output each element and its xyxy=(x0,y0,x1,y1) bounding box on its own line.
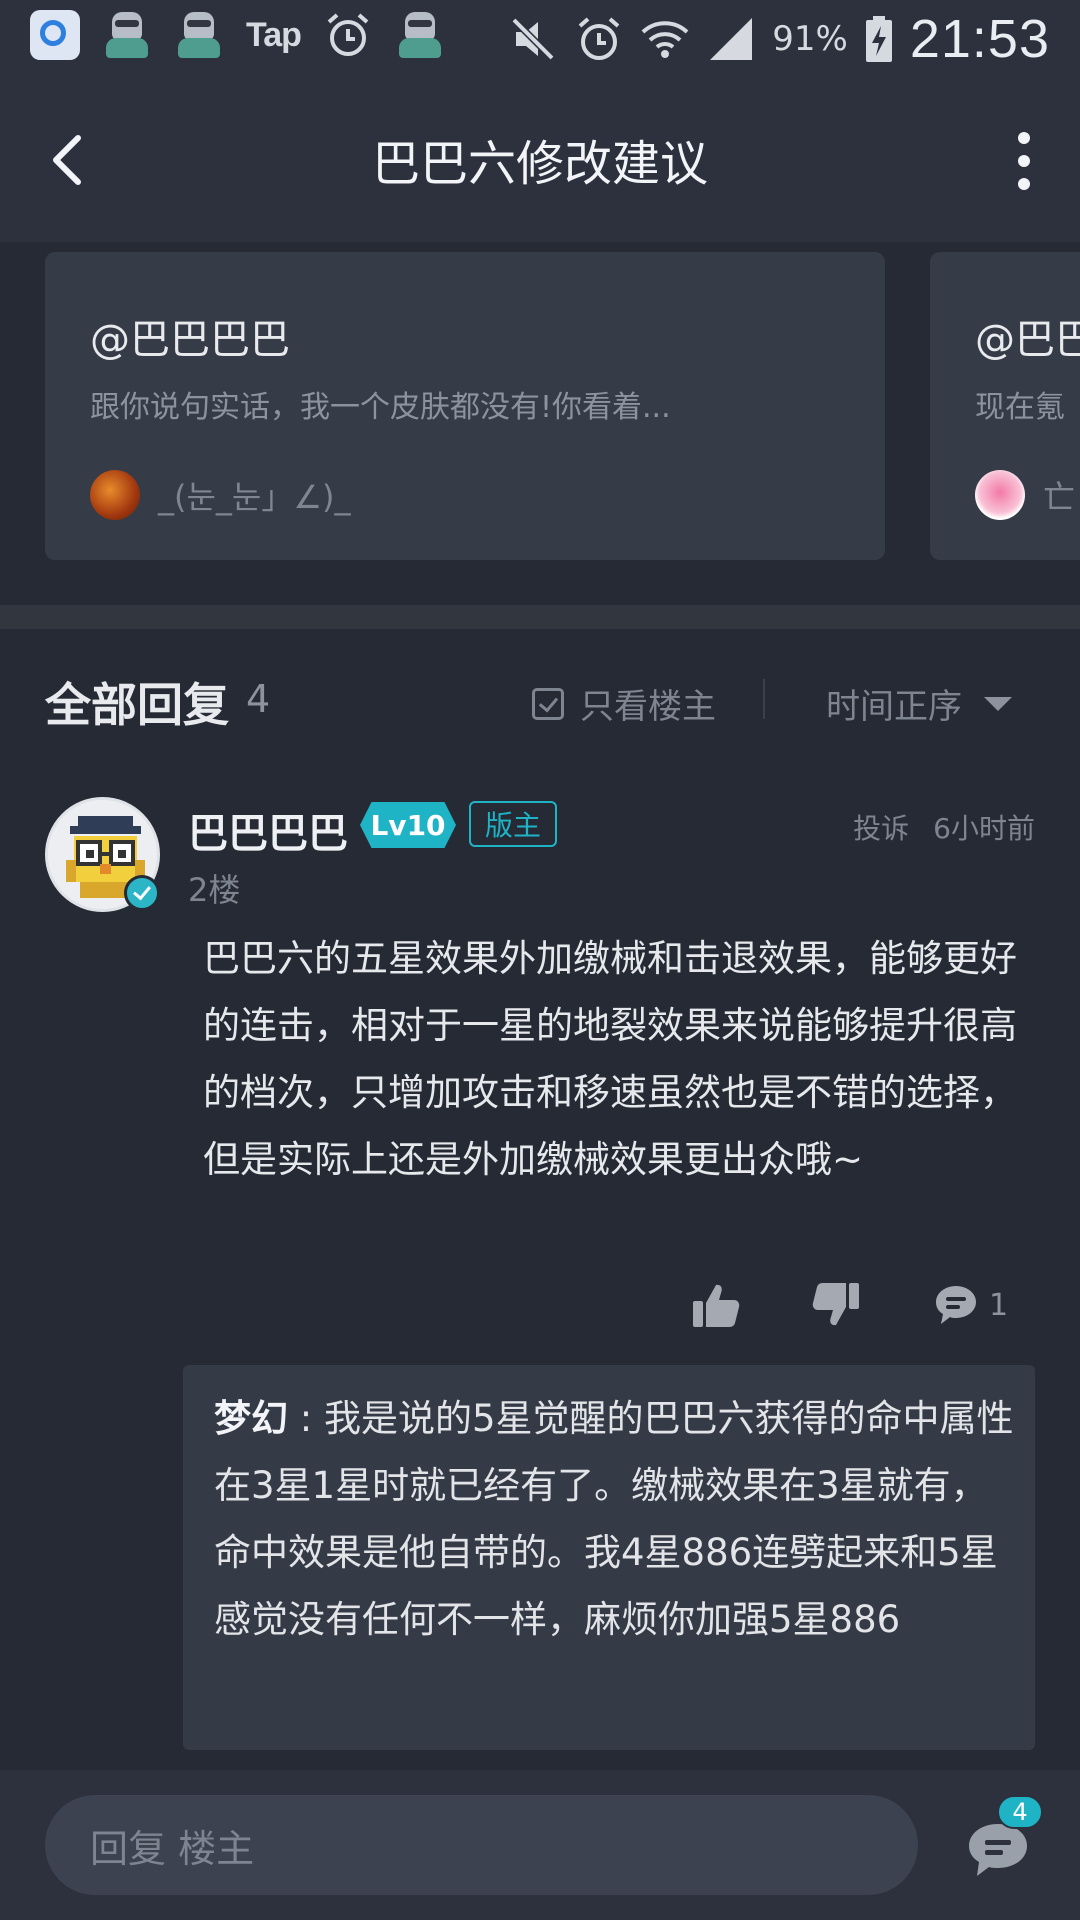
section-divider xyxy=(0,605,1080,629)
wifi-icon xyxy=(641,21,689,58)
card-excerpt: 跟你说句实话，我一个皮肤都没有!你看着... xyxy=(90,390,671,425)
related-post-card[interactable]: @巴巴 现在氪 亡 xyxy=(930,252,1080,560)
avatar-icon xyxy=(102,10,152,60)
card-author: _(눈_눈」∠)_ xyxy=(90,470,351,520)
comment-bubble-icon xyxy=(936,1286,976,1324)
qq-browser-icon xyxy=(30,10,80,60)
related-posts-carousel[interactable]: @巴巴巴巴 跟你说句实话，我一个皮肤都没有!你看着... _(눈_눈」∠)_ @… xyxy=(0,242,1080,605)
sort-dropdown[interactable]: 时间正序 xyxy=(826,679,1012,728)
sort-label: 时间正序 xyxy=(826,687,962,727)
sub-reply-text: 梦幻 : 我是说的5星觉醒的巴巴六获得的命中属性在3星1星时就已经有了。缴械效果… xyxy=(214,1385,1014,1653)
comment-button[interactable]: 1 xyxy=(933,1277,1008,1333)
card-excerpt: 现在氪 xyxy=(975,390,1065,425)
sub-reply-separator: : xyxy=(288,1397,324,1440)
avatar-icon xyxy=(174,10,224,60)
comments-badge: 4 xyxy=(997,1795,1043,1829)
level-badge: Lv10 xyxy=(360,802,456,848)
reply-author-name[interactable]: 巴巴巴巴 xyxy=(188,801,348,859)
app-bar: 巴巴六修改建议 xyxy=(0,80,1080,242)
related-post-card[interactable]: @巴巴巴巴 跟你说句实话，我一个皮肤都没有!你看着... _(눈_눈」∠)_ xyxy=(45,252,885,560)
signal-icon xyxy=(710,18,753,60)
bottom-bar: 回复 楼主 4 xyxy=(0,1770,1080,1920)
thumbs-up-icon xyxy=(693,1284,740,1327)
battery-percent: 91% xyxy=(772,19,848,59)
sub-reply-author[interactable]: 梦幻 xyxy=(214,1397,288,1440)
moderator-badge: 版主 xyxy=(469,801,557,847)
avatar xyxy=(975,470,1025,520)
card-title: @巴巴巴巴 xyxy=(90,317,290,363)
avatar-icon xyxy=(395,10,445,60)
more-options-icon[interactable] xyxy=(1004,126,1044,196)
notification-icons: Tap xyxy=(30,10,445,60)
card-author-name: _(눈_눈」∠)_ xyxy=(158,478,351,516)
card-title: @巴巴 xyxy=(975,317,1080,363)
divider xyxy=(763,679,765,719)
caret-down-icon xyxy=(984,696,1012,711)
alarm-icon xyxy=(578,17,620,60)
report-link[interactable]: 投诉 xyxy=(853,807,909,847)
op-only-label: 只看楼主 xyxy=(580,687,716,727)
replies-title: 全部回复 xyxy=(45,678,229,732)
avatar xyxy=(90,470,140,520)
comment-count: 1 xyxy=(989,1287,1009,1323)
status-bar: Tap 91% 21:53 xyxy=(0,0,1080,80)
comments-icon[interactable] xyxy=(965,1820,1031,1880)
op-only-toggle[interactable]: 只看楼主 xyxy=(532,679,716,728)
card-author: 亡 xyxy=(975,470,1075,520)
reply-content: 巴巴六的五星效果外加缴械和击退效果，能够更好的连击，相对于一星的地裂效果来说能够… xyxy=(203,937,1017,1181)
floor-number: 2楼 xyxy=(188,871,241,909)
system-icons: 91% 21:53 xyxy=(508,8,1050,70)
reply-time: 6小时前 xyxy=(933,812,1035,845)
alarm-icon xyxy=(327,13,369,56)
reply-actions: 1 xyxy=(0,1277,1080,1337)
sub-reply[interactable]: 梦幻 : 我是说的5星觉醒的巴巴六获得的命中属性在3星1星时就已经有了。缴械效果… xyxy=(183,1365,1035,1750)
like-button[interactable] xyxy=(690,1277,742,1333)
clock: 21:53 xyxy=(909,9,1050,69)
dislike-button[interactable] xyxy=(810,1277,862,1333)
checkbox-icon[interactable] xyxy=(532,687,564,720)
reply-input[interactable]: 回复 楼主 xyxy=(45,1795,918,1895)
page-title: 巴巴六修改建议 xyxy=(371,136,708,192)
reply-item: 巴巴巴巴 Lv10 版主 投诉 6小时前 2楼 巴巴六的五星效果外加缴械和击退效… xyxy=(0,765,1080,1770)
card-author-name: 亡 xyxy=(1043,478,1076,516)
mute-icon xyxy=(511,17,555,61)
replies-header: 全部回复 4 只看楼主 时间正序 xyxy=(0,629,1080,767)
reply-meta: 投诉 6小时前 xyxy=(853,807,1035,847)
battery-charging-icon xyxy=(865,16,892,62)
verified-badge-icon xyxy=(124,875,160,911)
sub-reply-content: 我是说的5星觉醒的巴巴六获得的命中属性在3星1星时就已经有了。缴械效果在3星就有… xyxy=(214,1397,1014,1641)
replies-count: 4 xyxy=(246,677,271,721)
thumbs-down-icon xyxy=(812,1283,859,1326)
tap-icon: Tap xyxy=(246,15,302,54)
